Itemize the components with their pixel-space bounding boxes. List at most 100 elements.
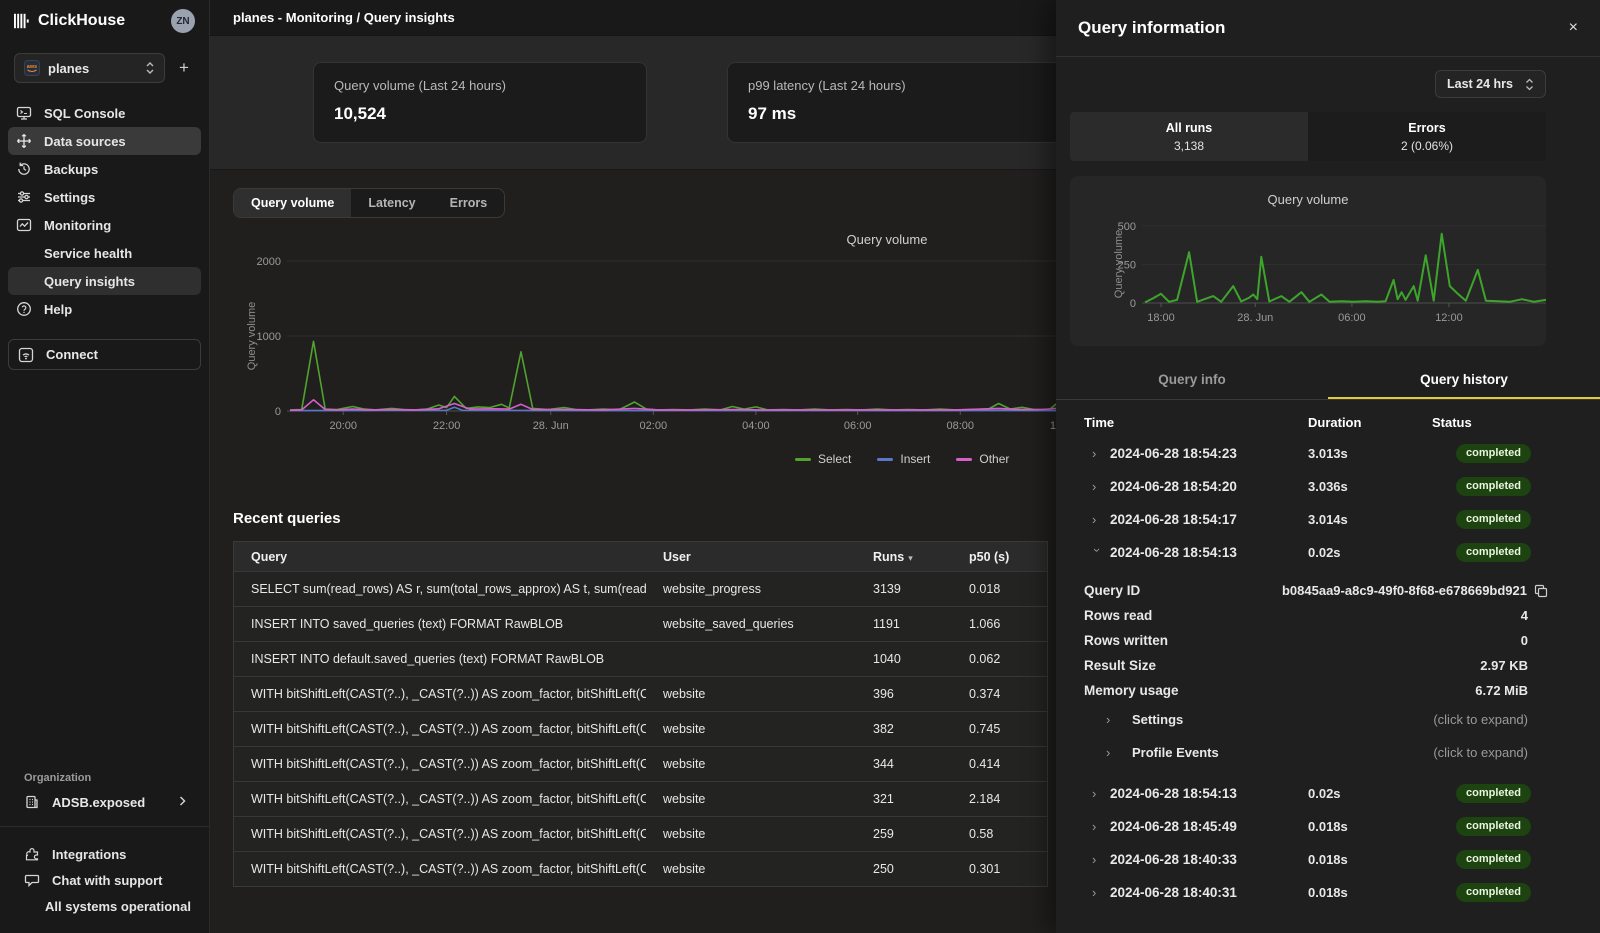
chevron-right-icon: › <box>1106 712 1124 727</box>
status-badge: completed <box>1456 477 1531 496</box>
tab-query-volume[interactable]: Query volume <box>234 189 351 217</box>
sidebar-item-service-health[interactable]: Service health <box>8 239 201 267</box>
sidebar-footer-chat-with-support[interactable]: Chat with support <box>0 867 209 893</box>
sidebar-footer-integrations[interactable]: Integrations <box>0 841 209 867</box>
svg-text:08:00: 08:00 <box>946 420 974 432</box>
table-row[interactable]: WITH bitShiftLeft(CAST(?..), _CAST(?..))… <box>234 746 1047 781</box>
help-icon <box>16 301 32 317</box>
user-cell: website <box>646 687 856 701</box>
legend-item-select[interactable]: Select <box>795 452 851 466</box>
history-row[interactable]: ›2024-06-28 18:40:330.018scompleted <box>1056 843 1600 876</box>
tab-query-info[interactable]: Query info <box>1056 362 1328 399</box>
history-row[interactable]: ›2024-06-28 18:45:490.018scompleted <box>1056 810 1600 843</box>
sidebar-footer-all-systems-operational[interactable]: All systems operational <box>0 893 209 919</box>
history-row[interactable]: ›2024-06-28 18:54:130.02scompleted <box>1056 536 1600 569</box>
p50-cell: 0.58 <box>952 827 1047 841</box>
table-row[interactable]: WITH bitShiftLeft(CAST(?..), _CAST(?..))… <box>234 676 1047 711</box>
legend-label: Select <box>818 452 851 466</box>
table-row[interactable]: WITH bitShiftLeft(CAST(?..), _CAST(?..))… <box>234 781 1047 816</box>
svg-text:Query volume: Query volume <box>246 302 258 370</box>
terminal-icon <box>16 105 32 121</box>
table-row[interactable]: SELECT sum(read_rows) AS r, sum(total_ro… <box>234 571 1047 606</box>
backups-icon <box>16 161 32 177</box>
sidebar-item-query-insights[interactable]: Query insights <box>8 267 201 295</box>
col-user: User <box>646 550 856 564</box>
connect-label: Connect <box>46 347 98 362</box>
copy-icon[interactable] <box>1534 584 1548 598</box>
legend-label: Other <box>979 452 1009 466</box>
table-row[interactable]: INSERT INTO default.saved_queries (text)… <box>234 641 1047 676</box>
col-p50: p50 (s) <box>952 550 1047 564</box>
query-cell: SELECT sum(read_rows) AS r, sum(total_ro… <box>234 582 646 596</box>
p50-cell: 0.301 <box>952 862 1047 876</box>
history-row[interactable]: ›2024-06-28 18:54:233.013scompleted <box>1056 437 1600 470</box>
history-row[interactable]: ›2024-06-28 18:54:203.036scompleted <box>1056 470 1600 503</box>
legend-item-other[interactable]: Other <box>956 452 1009 466</box>
table-row[interactable]: INSERT INTO saved_queries (text) FORMAT … <box>234 606 1047 641</box>
mini-chart-svg[interactable]: 025050018:0028. Jun06:0012:00Query volum… <box>1070 216 1546 342</box>
chevron-down-icon: › <box>1090 548 1105 566</box>
expandable-label: Profile Events <box>1132 745 1219 760</box>
status-cell: completed <box>1432 883 1531 902</box>
p50-cell: 0.414 <box>952 757 1047 771</box>
status-cell: completed <box>1432 784 1531 803</box>
expandable-label: Settings <box>1132 712 1183 727</box>
query-cell: INSERT INTO default.saved_queries (text)… <box>234 652 646 666</box>
sidebar-item-sql-console[interactable]: SQL Console <box>8 99 201 127</box>
recent-queries-body: SELECT sum(read_rows) AS r, sum(total_ro… <box>234 571 1047 886</box>
chart-tabs: Query volume Latency Errors <box>233 188 505 218</box>
clickhouse-logo-icon <box>14 13 30 29</box>
svg-text:Query volume: Query volume <box>1113 230 1125 298</box>
chevron-updown-icon <box>145 61 155 75</box>
tab-errors[interactable]: Errors <box>433 189 505 217</box>
table-row[interactable]: WITH bitShiftLeft(CAST(?..), _CAST(?..))… <box>234 816 1047 851</box>
run-time: 2024-06-28 18:54:20 <box>1110 479 1308 494</box>
sidebar-item-monitoring[interactable]: Monitoring <box>8 211 201 239</box>
svg-text:1000: 1000 <box>257 331 281 343</box>
query-volume-chart: 01000200020:0022:0028. Jun02:0004:0006:0… <box>233 230 1073 482</box>
connect-button[interactable]: Connect <box>8 339 201 370</box>
status-cell: completed <box>1432 477 1531 496</box>
sidebar-item-data-sources[interactable]: Data sources <box>8 127 201 155</box>
connect-icon <box>18 347 34 363</box>
history-row[interactable]: ›2024-06-28 18:54:130.02scompleted <box>1056 777 1600 810</box>
p50-cell: 2.184 <box>952 792 1047 806</box>
sidebar: ClickHouse ZN aws planes + SQL ConsoleDa… <box>0 0 210 933</box>
col-time: Time <box>1084 415 1308 430</box>
table-row[interactable]: WITH bitShiftLeft(CAST(?..), _CAST(?..))… <box>234 851 1047 886</box>
sidebar-item-help[interactable]: Help <box>8 295 201 323</box>
col-runs[interactable]: Runs▾ <box>856 550 952 564</box>
history-row[interactable]: ›2024-06-28 18:54:173.014scompleted <box>1056 503 1600 536</box>
segment-all-runs[interactable]: All runs 3,138 <box>1070 112 1308 161</box>
query-volume-chart-svg[interactable]: 01000200020:0022:0028. Jun02:0004:0006:0… <box>233 230 1073 440</box>
sidebar-item-backups[interactable]: Backups <box>8 155 201 183</box>
mini-query-volume-card: Query volume 025050018:0028. Jun06:0012:… <box>1070 176 1546 346</box>
expandable-settings[interactable]: ›Settings(click to expand) <box>1056 703 1600 736</box>
legend-item-insert[interactable]: Insert <box>877 452 930 466</box>
user-cell: website <box>646 722 856 736</box>
service-selector-row: aws planes + <box>14 53 195 83</box>
history-header: Time Duration Status <box>1056 400 1600 437</box>
service-selector[interactable]: aws planes <box>14 53 165 83</box>
table-row[interactable]: WITH bitShiftLeft(CAST(?..), _CAST(?..))… <box>234 711 1047 746</box>
time-range-select[interactable]: Last 24 hrs <box>1435 70 1546 98</box>
expandable-profile-events[interactable]: ›Profile Events(click to expand) <box>1056 736 1600 769</box>
svg-text:02:00: 02:00 <box>640 420 668 432</box>
add-service-button[interactable]: + <box>173 58 195 78</box>
segment-errors[interactable]: Errors 2 (0.06%) <box>1308 112 1546 161</box>
tab-query-history[interactable]: Query history <box>1328 362 1600 399</box>
runs-cell: 344 <box>856 757 952 771</box>
svg-text:06:00: 06:00 <box>844 420 872 432</box>
svg-text:0: 0 <box>1130 298 1136 310</box>
tab-latency[interactable]: Latency <box>351 189 432 217</box>
user-cell: website_saved_queries <box>646 617 856 631</box>
close-icon[interactable]: × <box>1569 20 1578 36</box>
history-row[interactable]: ›2024-06-28 18:40:310.018scompleted <box>1056 876 1600 909</box>
query-run-details: Query IDb0845aa9-a8c9-49f0-8f68-e678669b… <box>1056 569 1600 777</box>
chevron-right-icon: › <box>1092 446 1110 461</box>
avatar[interactable]: ZN <box>171 9 195 33</box>
runs-cell: 1040 <box>856 652 952 666</box>
panel-header: Query information × <box>1056 0 1600 57</box>
sidebar-item-settings[interactable]: Settings <box>8 183 201 211</box>
organization-switcher[interactable]: ADSB.exposed <box>24 794 187 810</box>
